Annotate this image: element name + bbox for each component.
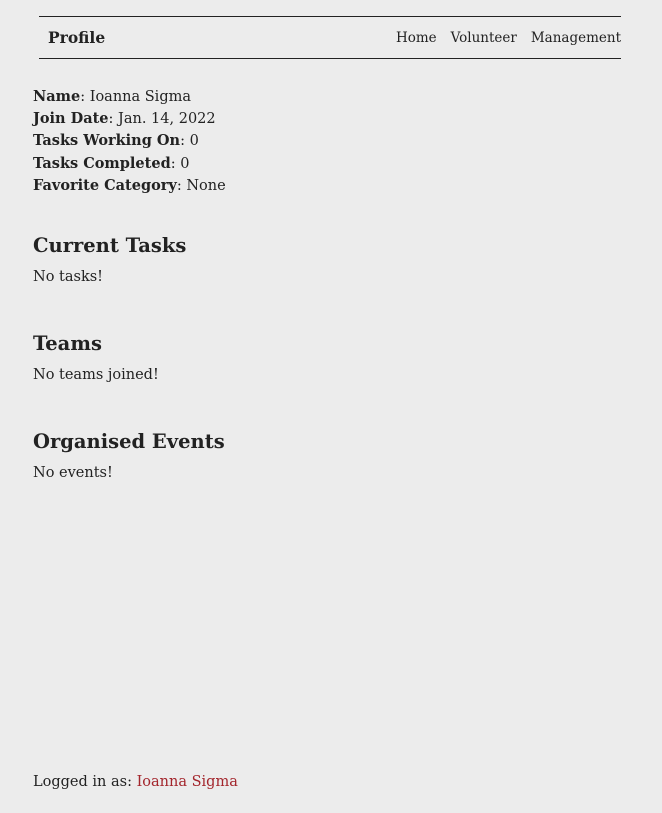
profile-name-value: Ioanna Sigma [89,89,191,105]
main-content: Name: Ioanna Sigma Join Date: Jan. 14, 2… [33,86,633,483]
profile-join-row: Join Date: Jan. 14, 2022 [33,110,216,128]
nav-link-volunteer[interactable]: Volunteer [451,30,517,46]
profile-join-label: Join Date [33,110,109,128]
teams-empty: No teams joined! [33,367,159,384]
profile-name-row: Name: Ioanna Sigma [33,88,191,105]
profile-info: Name: Ioanna Sigma Join Date: Jan. 14, 2… [33,86,633,197]
profile-working-row: Tasks Working On: 0 [33,132,199,150]
profile-category-value: None [186,177,226,194]
navbar: Profile Home Volunteer Management [39,16,621,59]
profile-category-row: Favorite Category: None [33,176,226,194]
current-tasks-heading: Current Tasks [33,234,187,258]
events-empty: No events! [33,465,113,482]
profile-completed-label: Tasks Completed [33,154,171,172]
profile-working-value: 0 [189,133,199,150]
profile-category-label: Favorite Category [33,176,177,194]
footer: Logged in as: Ioanna Sigma [33,772,238,792]
profile-join-value: Jan. 14, 2022 [118,111,216,128]
events-heading: Organised Events [33,430,225,454]
nav-link-home[interactable]: Home [396,30,437,46]
nav-links: Home Volunteer Management [396,30,621,46]
current-tasks-empty: No tasks! [33,269,103,286]
profile-name-label: Name [33,88,81,105]
profile-completed-row: Tasks Completed: 0 [33,154,190,172]
nav-link-management[interactable]: Management [531,30,621,46]
page-title: Profile [48,28,106,47]
logged-in-user-link[interactable]: Ioanna Sigma [137,774,238,790]
profile-completed-value: 0 [180,155,190,172]
teams-heading: Teams [33,332,102,356]
logged-in-label: Logged in as: [33,774,132,790]
profile-working-label: Tasks Working On [33,132,181,150]
